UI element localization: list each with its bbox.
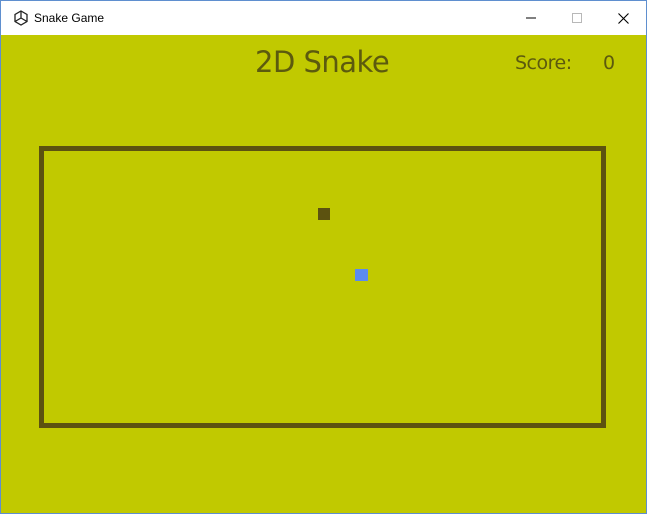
maximize-button[interactable] [554,1,600,35]
app-window: Snake Game 2D Snake Score: 0 [0,0,647,514]
close-button[interactable] [600,1,646,35]
window-title: Snake Game [34,11,105,25]
maximize-icon [572,13,582,23]
score-value: 0 [603,52,616,74]
score-label: Score: [515,52,572,74]
snake-head [355,269,368,281]
title-bar[interactable]: Snake Game [1,1,646,35]
game-board-wall [39,146,606,428]
game-viewport[interactable]: 2D Snake Score: 0 [1,35,646,513]
minimize-button[interactable] [508,1,554,35]
minimize-icon [526,13,536,23]
close-icon [617,12,629,24]
food-pellet [318,208,330,220]
unity-logo-icon [13,10,29,26]
game-title: 2D Snake [255,45,390,79]
